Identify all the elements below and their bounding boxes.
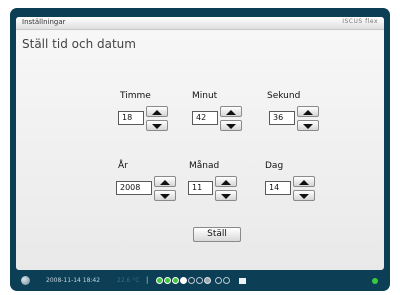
arrow-down-icon bbox=[299, 194, 309, 199]
second-label: Sekund bbox=[267, 91, 301, 101]
second-decrement-button[interactable] bbox=[297, 120, 319, 131]
arrow-up-icon bbox=[299, 180, 309, 185]
arrow-up-icon bbox=[226, 110, 236, 115]
status-separator: | bbox=[146, 276, 149, 284]
set-button[interactable]: Ställ bbox=[193, 227, 241, 242]
arrow-down-icon bbox=[303, 124, 313, 129]
status-indicator-icon bbox=[372, 278, 378, 284]
status-dot-icon bbox=[215, 277, 222, 284]
status-temperature: 22.6 °C bbox=[117, 277, 140, 284]
status-dot-icon bbox=[196, 277, 203, 284]
status-datetime: 2008-11-14 18:42 bbox=[46, 277, 101, 284]
arrow-up-icon bbox=[160, 180, 170, 185]
arrow-up-icon bbox=[152, 110, 162, 115]
hour-field[interactable]: 18 bbox=[118, 111, 144, 125]
window-title: Inställningar bbox=[22, 18, 66, 26]
page-title: Ställ tid och datum bbox=[22, 37, 136, 51]
status-dot-icon bbox=[180, 277, 187, 284]
month-field[interactable]: 11 bbox=[188, 181, 213, 195]
month-increment-button[interactable] bbox=[215, 176, 237, 187]
arrow-down-icon bbox=[160, 194, 170, 199]
arrow-down-icon bbox=[221, 194, 231, 199]
status-dot-icon bbox=[164, 277, 171, 284]
year-label: År bbox=[118, 161, 128, 171]
arrow-down-icon bbox=[152, 124, 162, 129]
second-increment-button[interactable] bbox=[297, 106, 319, 117]
year-increment-button[interactable] bbox=[154, 176, 176, 187]
title-bar: Inställningar ISCUS flex bbox=[16, 17, 384, 30]
minute-decrement-button[interactable] bbox=[220, 120, 242, 131]
status-dot-icon bbox=[223, 277, 230, 284]
status-dot-icon bbox=[188, 277, 195, 284]
hour-decrement-button[interactable] bbox=[146, 120, 168, 131]
minute-label: Minut bbox=[192, 91, 218, 101]
arrow-up-icon bbox=[221, 180, 231, 185]
status-dot-icon bbox=[156, 277, 163, 284]
year-field[interactable]: 2008 bbox=[116, 181, 152, 195]
minute-increment-button[interactable] bbox=[220, 106, 242, 117]
month-label: Månad bbox=[189, 161, 220, 171]
day-label: Dag bbox=[265, 161, 284, 171]
minute-field[interactable]: 42 bbox=[192, 111, 218, 125]
brand-logo: ISCUS flex bbox=[342, 18, 378, 25]
day-decrement-button[interactable] bbox=[293, 190, 315, 201]
screen-icon bbox=[239, 278, 246, 284]
day-field[interactable]: 14 bbox=[265, 181, 291, 195]
globe-icon[interactable] bbox=[21, 276, 30, 285]
arrow-up-icon bbox=[303, 110, 313, 115]
month-decrement-button[interactable] bbox=[215, 190, 237, 201]
year-decrement-button[interactable] bbox=[154, 190, 176, 201]
hour-label: Timme bbox=[120, 91, 151, 101]
hour-increment-button[interactable] bbox=[146, 106, 168, 117]
arrow-down-icon bbox=[226, 124, 236, 129]
day-increment-button[interactable] bbox=[293, 176, 315, 187]
status-bar: 2008-11-14 18:42 22.6 °C | bbox=[16, 274, 384, 288]
status-dot-icon bbox=[172, 277, 179, 284]
status-dot-icon bbox=[204, 277, 211, 284]
second-field[interactable]: 36 bbox=[269, 111, 295, 125]
